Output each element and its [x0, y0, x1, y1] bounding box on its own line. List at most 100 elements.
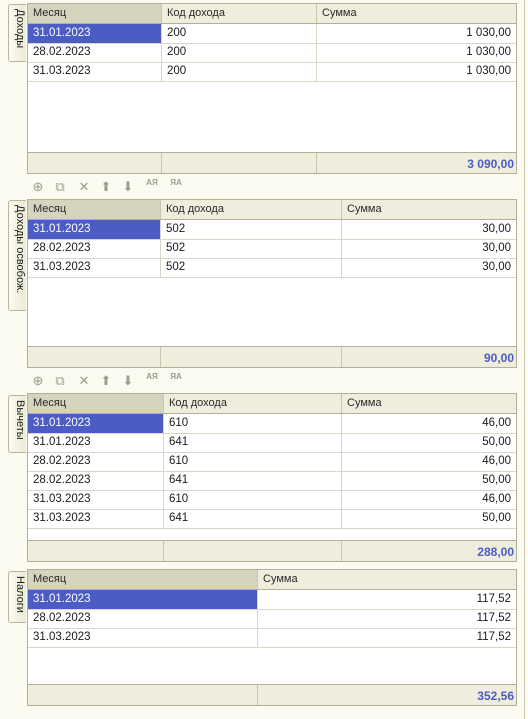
table-header: Месяц Сумма [28, 570, 516, 590]
cell-income-code[interactable]: 200 [162, 62, 317, 81]
footer-cell [28, 153, 162, 173]
tab-income[interactable]: Доходы [8, 4, 26, 62]
cell-month[interactable]: 28.02.2023 [28, 471, 164, 490]
table-row[interactable]: 28.02.2023 641 50,00 [28, 471, 516, 491]
cell-month[interactable]: 28.02.2023 [28, 452, 164, 471]
window-right-border [524, 0, 525, 719]
total-amount: 288,00 [477, 545, 514, 559]
cell-amount[interactable]: 117,52 [258, 628, 516, 647]
tab-exempt-income[interactable]: Доходы освобож. [8, 200, 26, 311]
cell-income-code[interactable]: 610 [164, 452, 342, 471]
column-header-month[interactable]: Месяц [28, 4, 162, 23]
cell-month[interactable]: 28.02.2023 [28, 239, 161, 258]
sort-ascending-icon[interactable]: АЯ [144, 373, 160, 389]
cell-amount[interactable]: 1 030,00 [317, 43, 516, 62]
column-header-month[interactable]: Месяц [28, 200, 161, 219]
tab-income-label: Доходы [14, 9, 26, 49]
column-header-amount[interactable]: Сумма [317, 4, 516, 23]
cell-amount[interactable]: 46,00 [342, 490, 516, 509]
column-header-amount[interactable]: Сумма [342, 394, 516, 413]
copy-row-icon[interactable]: ⧉ [52, 179, 68, 195]
tab-deductions[interactable]: Вычеты [8, 395, 26, 453]
move-up-icon[interactable]: ⬆ [98, 179, 114, 195]
table-row[interactable]: 31.01.2023 610 46,00 [28, 414, 516, 434]
cell-month[interactable]: 31.01.2023 [28, 414, 164, 433]
move-down-icon[interactable]: ⬇ [120, 179, 136, 195]
column-header-month[interactable]: Месяц [28, 570, 258, 589]
table-row[interactable]: 31.01.2023 117,52 [28, 590, 516, 610]
tab-deductions-label: Вычеты [14, 400, 26, 440]
column-header-income-code[interactable]: Код дохода [162, 4, 317, 23]
sort-ascending-icon[interactable]: АЯ [144, 179, 160, 195]
cell-month[interactable]: 28.02.2023 [28, 43, 162, 62]
cell-income-code[interactable]: 502 [161, 220, 342, 239]
table-row[interactable]: 28.02.2023 117,52 [28, 609, 516, 629]
column-header-amount[interactable]: Сумма [342, 200, 516, 219]
move-up-icon[interactable]: ⬆ [98, 373, 114, 389]
table-row[interactable]: 31.03.2023 117,52 [28, 628, 516, 648]
cell-income-code[interactable]: 502 [161, 258, 342, 277]
exempt-income-table[interactable]: Месяц Код дохода Сумма 31.01.2023 502 30… [27, 199, 517, 368]
cell-amount[interactable]: 117,52 [258, 590, 516, 609]
cell-month[interactable]: 31.01.2023 [28, 220, 161, 239]
table-row[interactable]: 31.01.2023 200 1 030,00 [28, 24, 516, 44]
table-row[interactable]: 31.03.2023 641 50,00 [28, 509, 516, 529]
move-down-icon[interactable]: ⬇ [120, 373, 136, 389]
cell-month[interactable]: 31.03.2023 [28, 258, 161, 277]
cell-income-code[interactable]: 502 [161, 239, 342, 258]
cell-month[interactable]: 31.01.2023 [28, 590, 258, 609]
cell-income-code[interactable]: 610 [164, 490, 342, 509]
cell-month[interactable]: 31.03.2023 [28, 62, 162, 81]
table-header: Месяц Код дохода Сумма [28, 4, 516, 24]
tab-taxes[interactable]: Налоги [8, 571, 26, 623]
cell-amount[interactable]: 50,00 [342, 471, 516, 490]
table-footer: 90,00 [28, 346, 516, 367]
sort-descending-icon[interactable]: ЯА [168, 179, 184, 195]
table-row[interactable]: 28.02.2023 200 1 030,00 [28, 43, 516, 63]
deductions-table[interactable]: Месяц Код дохода Сумма 31.01.2023 610 46… [27, 393, 517, 562]
table-row[interactable]: 31.03.2023 610 46,00 [28, 490, 516, 510]
cell-amount[interactable]: 1 030,00 [317, 24, 516, 43]
cell-income-code[interactable]: 200 [162, 43, 317, 62]
income-table[interactable]: Месяц Код дохода Сумма 31.01.2023 200 1 … [27, 3, 517, 174]
sort-descending-icon[interactable]: ЯА [168, 373, 184, 389]
column-header-income-code[interactable]: Код дохода [164, 394, 342, 413]
cell-month[interactable]: 31.01.2023 [28, 433, 164, 452]
table-row[interactable]: 28.02.2023 502 30,00 [28, 239, 516, 259]
column-header-income-code[interactable]: Код дохода [161, 200, 342, 219]
cell-income-code[interactable]: 641 [164, 433, 342, 452]
copy-row-icon[interactable]: ⧉ [52, 373, 68, 389]
cell-amount[interactable]: 46,00 [342, 452, 516, 471]
cell-amount[interactable]: 117,52 [258, 609, 516, 628]
cell-income-code[interactable]: 610 [164, 414, 342, 433]
cell-month[interactable]: 31.03.2023 [28, 628, 258, 647]
table-row[interactable]: 28.02.2023 610 46,00 [28, 452, 516, 472]
cell-month[interactable]: 31.01.2023 [28, 24, 162, 43]
cell-amount[interactable]: 30,00 [342, 220, 516, 239]
table-row[interactable]: 31.01.2023 502 30,00 [28, 220, 516, 240]
table-row[interactable]: 31.03.2023 200 1 030,00 [28, 62, 516, 82]
cell-income-code[interactable]: 641 [164, 471, 342, 490]
add-row-icon[interactable]: ⊕ [30, 373, 46, 389]
cell-month[interactable]: 28.02.2023 [28, 609, 258, 628]
cell-amount[interactable]: 30,00 [342, 258, 516, 277]
cell-amount[interactable]: 30,00 [342, 239, 516, 258]
tab-exempt-income-label: Доходы освобож. [14, 205, 26, 294]
cell-month[interactable]: 31.03.2023 [28, 490, 164, 509]
cell-month[interactable]: 31.03.2023 [28, 509, 164, 528]
cell-income-code[interactable]: 200 [162, 24, 317, 43]
cell-amount[interactable]: 50,00 [342, 509, 516, 528]
cell-income-code[interactable]: 641 [164, 509, 342, 528]
cell-amount[interactable]: 50,00 [342, 433, 516, 452]
table-header: Месяц Код дохода Сумма [28, 200, 516, 220]
add-row-icon[interactable]: ⊕ [30, 179, 46, 195]
table-row[interactable]: 31.01.2023 641 50,00 [28, 433, 516, 453]
column-header-month[interactable]: Месяц [28, 394, 164, 413]
cell-amount[interactable]: 1 030,00 [317, 62, 516, 81]
taxes-table[interactable]: Месяц Сумма 31.01.2023 117,52 28.02.2023… [27, 569, 517, 706]
delete-row-icon[interactable]: ✕ [76, 179, 92, 195]
delete-row-icon[interactable]: ✕ [76, 373, 92, 389]
column-header-amount[interactable]: Сумма [258, 570, 516, 589]
table-row[interactable]: 31.03.2023 502 30,00 [28, 258, 516, 278]
cell-amount[interactable]: 46,00 [342, 414, 516, 433]
